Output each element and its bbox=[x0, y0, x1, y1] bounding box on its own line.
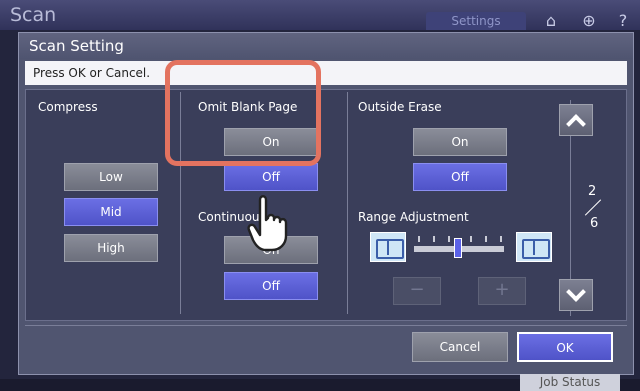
compress-label: Compress bbox=[38, 100, 98, 114]
job-status-button[interactable]: Job Status bbox=[520, 374, 620, 391]
range-adjustment-label: Range Adjustment bbox=[358, 210, 469, 224]
outside-erase-label: Outside Erase bbox=[358, 100, 442, 114]
message-bar: Press OK or Cancel. bbox=[25, 61, 627, 85]
dialog-title: Scan Setting bbox=[19, 33, 633, 59]
home-icon[interactable]: ⌂ bbox=[540, 12, 562, 30]
slider-tick bbox=[418, 236, 420, 242]
slider-tick bbox=[500, 236, 502, 242]
page-total: 6 bbox=[590, 216, 599, 231]
slider-tick bbox=[448, 236, 450, 242]
divider bbox=[25, 325, 627, 326]
slider-tick bbox=[485, 236, 487, 242]
book-open-icon bbox=[370, 232, 406, 262]
chevron-up-icon bbox=[566, 114, 586, 134]
range-plus-button[interactable]: + bbox=[478, 277, 526, 305]
outside-erase-off-button[interactable]: Off bbox=[413, 163, 507, 191]
compress-mid-button[interactable]: Mid bbox=[64, 198, 158, 226]
pointing-hand-icon bbox=[247, 195, 288, 252]
top-bar: Scan Settings ⌂ ⊕ ? bbox=[0, 0, 640, 30]
chevron-down-icon bbox=[566, 282, 586, 302]
page-current: 2 bbox=[588, 184, 597, 199]
range-minus-button[interactable]: − bbox=[393, 277, 441, 305]
scroll-up-button[interactable] bbox=[559, 104, 593, 136]
slider-tick bbox=[433, 236, 435, 242]
scan-app: Scan Settings ⌂ ⊕ ? Scan Setting Press O… bbox=[0, 0, 640, 391]
cancel-button[interactable]: Cancel bbox=[412, 332, 508, 362]
compress-low-button[interactable]: Low bbox=[64, 163, 158, 191]
outside-erase-on-button[interactable]: On bbox=[413, 128, 507, 156]
omit-blank-page-highlight bbox=[165, 60, 321, 166]
book-open-icon bbox=[516, 232, 552, 262]
app-title: Scan bbox=[10, 4, 57, 26]
compress-high-button[interactable]: High bbox=[64, 234, 158, 262]
continuous-off-button[interactable]: Off bbox=[224, 272, 318, 300]
settings-tab[interactable]: Settings bbox=[426, 12, 526, 30]
divider bbox=[347, 92, 348, 314]
help-icon[interactable]: ? bbox=[612, 12, 634, 30]
scroll-down-button[interactable] bbox=[559, 279, 593, 311]
omit-blank-off-button[interactable]: Off bbox=[224, 163, 318, 191]
globe-icon[interactable]: ⊕ bbox=[578, 12, 600, 30]
range-slider-thumb[interactable] bbox=[454, 238, 462, 258]
ok-button[interactable]: OK bbox=[517, 332, 613, 362]
slider-tick bbox=[470, 236, 472, 242]
